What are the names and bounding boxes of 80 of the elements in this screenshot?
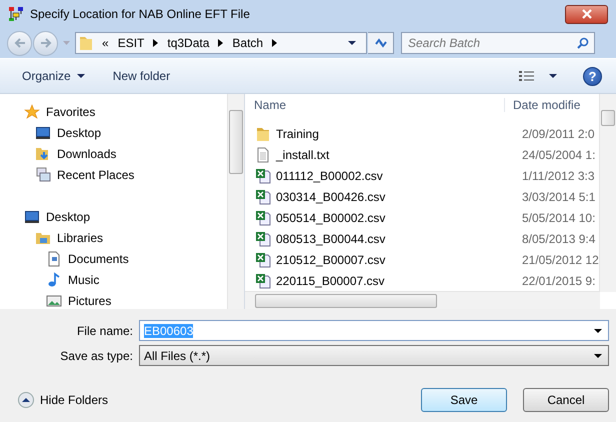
spreadsheet-icon [255,210,271,226]
scrollbar[interactable] [245,291,600,309]
scrollbar[interactable] [227,94,244,309]
download-folder-icon [35,146,51,162]
date-cell-text: 1/11/2012 3:3 [521,168,596,182]
date-cell-text: 24/05/2004 1: [521,148,596,162]
file-name[interactable]: 220115_B00007.csv [276,274,514,288]
file-name[interactable]: _install.txt [276,148,514,162]
organize-button[interactable]: Organize [12,65,95,87]
column-header[interactable]: Date modifie [504,98,593,112]
breadcrumb-segment[interactable]: ESIT [118,36,144,50]
chevron-icon[interactable] [153,39,158,47]
field-label: Save as type: [59,348,134,362]
app-icon [8,6,24,22]
picture-icon [46,292,62,308]
date-cell-text: 21/05/2012 12 [521,252,600,266]
breadcrumb-overflow[interactable]: « [102,36,109,50]
caret-icon [76,74,85,78]
cancel-button[interactable]: Cancel [523,388,609,412]
dropdown-icon[interactable] [594,328,602,332]
monitor-icon [24,208,40,224]
navigation-item[interactable]: Documents [68,252,129,266]
folder-icon [255,126,271,142]
file-name[interactable]: 050514_B00002.csv [276,210,514,224]
file-name[interactable]: Training [276,126,514,140]
file-name[interactable]: 210512_B00007.csv [276,252,514,266]
date-cell-text: 2/09/2011 2:0 [521,126,596,140]
file-name[interactable]: 011112_B00002.csv [276,168,514,182]
breadcrumb-segment[interactable]: Batch [232,36,264,50]
spreadsheet-icon [255,272,271,288]
spreadsheet-icon [255,168,271,184]
navigation-item[interactable]: Favorites [46,104,96,118]
view-options-icon[interactable] [519,70,535,82]
collapse-icon[interactable] [18,392,34,408]
search-icon [577,37,589,49]
navigation-item[interactable]: Libraries [57,230,104,244]
monitor-icon [35,124,51,140]
breadcrumb-segment[interactable]: tq3Data [167,36,210,50]
date-cell-text: 22/01/2015 9: [521,274,596,288]
music-note-icon [46,272,62,288]
column-header[interactable]: Name [254,98,504,112]
chevron-icon[interactable] [218,39,224,47]
navigation-item[interactable]: Desktop [46,210,90,224]
window-title: Specify Location for NAB Online EFT File [30,7,250,21]
close-icon [580,9,592,19]
save-button[interactable]: Save [421,388,507,412]
navigation-item[interactable]: Downloads [57,146,116,160]
navigation-item[interactable]: Recent Places [57,168,134,182]
address-bar[interactable]: « ESIT tq3Data Batch [75,32,367,54]
field-label: File name: [76,324,134,338]
spreadsheet-icon [255,188,271,204]
scrollbar[interactable] [599,94,616,292]
help-button[interactable]: ? [583,66,602,86]
text-file-icon [255,146,271,162]
navigation-item[interactable]: Desktop [57,126,102,140]
save-as-type-dropdown[interactable]: All Files (*.*) [139,345,609,366]
close-button[interactable] [565,4,608,24]
document-icon [46,250,62,266]
date-cell-text: 5/05/2014 10: [521,210,596,224]
dropdown-icon[interactable] [594,354,602,358]
star-icon [24,104,40,120]
search-field[interactable]: Search Batch [401,32,595,54]
refresh-button[interactable] [368,32,394,54]
navigation-item[interactable]: Pictures [68,294,112,308]
date-cell-text: 8/05/2013 9:4 [521,232,596,246]
caret-icon[interactable] [549,74,557,78]
arrow-right-icon [38,37,52,49]
hide-folders-button[interactable]: Hide Folders [40,393,108,407]
spreadsheet-icon [255,230,271,246]
file-name[interactable]: 080513_B00044.csv [276,232,514,246]
chevron-icon[interactable] [272,39,278,47]
navigation-item[interactable]: Music [68,272,100,286]
date-cell-text: 3/03/2014 5:1 [521,190,596,204]
folder-icon [79,35,93,51]
dropdown-icon[interactable] [348,41,356,45]
spreadsheet-icon [255,252,271,268]
file-name[interactable]: 030314_B00426.csv [276,190,514,204]
arrow-left-icon [12,37,26,49]
new-folder-button[interactable]: New folder [102,65,180,87]
recent-places-icon [35,166,51,182]
